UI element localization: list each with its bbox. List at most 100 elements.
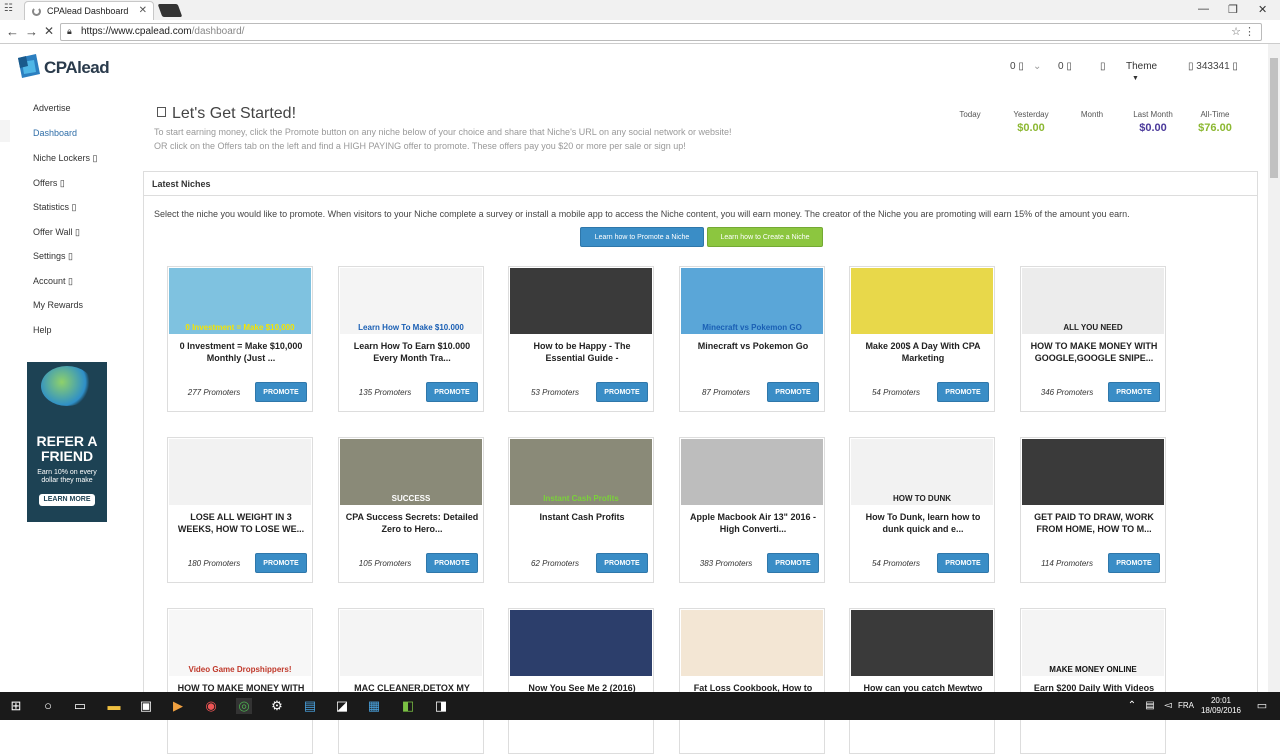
niche-card[interactable]: Video Game Dropshippers! HOW TO MAKE MONE…: [167, 608, 313, 754]
task-view-icon[interactable]: ▭: [72, 698, 88, 714]
back-icon[interactable]: ←: [6, 24, 19, 39]
niche-card[interactable]: Learn How To Make $10.000 Learn How To Ea…: [338, 266, 484, 412]
niche-card[interactable]: Minecraft vs Pokemon GO Minecraft vs Poke…: [679, 266, 825, 412]
settings-gear-icon[interactable]: ⚙: [269, 698, 285, 714]
learn-more-button[interactable]: LEARN MORE: [39, 494, 95, 506]
learn-create-niche-button[interactable]: Learn how to Create a Niche: [707, 227, 823, 247]
niche-card[interactable]: Make 200$ A Day With CPA Marketing 54 Pro…: [849, 266, 995, 412]
windows-start-icon[interactable]: ⊞: [8, 698, 24, 714]
app-blue-icon[interactable]: ▤: [302, 698, 318, 714]
niche-thumbnail[interactable]: [169, 439, 311, 505]
chevron-down-icon[interactable]: ⌄: [1033, 61, 1041, 72]
niche-title[interactable]: Learn How To Earn $10.000 Every Month Tr…: [343, 340, 481, 364]
app-green-icon[interactable]: ◪: [334, 698, 350, 714]
niche-card[interactable]: MAKE MONEY ONLINE Earn $200 Daily With Vi…: [1020, 608, 1166, 754]
cpalead-logo[interactable]: CPAlead: [16, 52, 116, 82]
volume-icon[interactable]: ◅: [1160, 698, 1176, 714]
niche-thumbnail[interactable]: Learn How To Make $10.000: [340, 268, 482, 334]
theme-dropdown[interactable]: Theme ▼: [1122, 59, 1172, 82]
notifications-counter[interactable]: 0 ▯: [1010, 61, 1024, 72]
niche-card[interactable]: How to be Happy - The Essential Guide - 5…: [508, 266, 654, 412]
messages-counter[interactable]: 0 ▯: [1058, 61, 1072, 72]
sidebar-item-offers[interactable]: Offers ▯: [33, 178, 65, 189]
close-tab-icon[interactable]: ✕: [139, 5, 147, 16]
promote-button[interactable]: PROMOTE: [767, 382, 819, 402]
search-icon[interactable]: ○: [40, 698, 56, 714]
niche-title[interactable]: GET PAID TO DRAW, WORK FROM HOME, HOW TO…: [1025, 511, 1163, 535]
file-explorer-icon[interactable]: ▬: [106, 698, 122, 714]
sidebar-item-my-rewards[interactable]: My Rewards: [33, 300, 83, 310]
sidebar-item-niche-lockers[interactable]: Niche Lockers ▯: [33, 153, 97, 164]
niche-card[interactable]: How can you catch Mewtwo: [849, 608, 995, 754]
niche-title[interactable]: Apple Macbook Air 13" 2016 - High Conver…: [684, 511, 822, 535]
promote-button[interactable]: PROMOTE: [1108, 382, 1160, 402]
network-icon[interactable]: ▤: [1142, 698, 1158, 714]
scrollbar-thumb[interactable]: [1270, 58, 1278, 178]
browser-alt-icon[interactable]: ◉: [203, 698, 219, 714]
restore-icon[interactable]: ❐: [1228, 3, 1238, 16]
niche-thumbnail[interactable]: 0 Investment = Make $10,000: [169, 268, 311, 334]
learn-promote-niche-button[interactable]: Learn how to Promote a Niche: [580, 227, 704, 247]
sidebar-item-help[interactable]: Help: [33, 325, 52, 335]
niche-title[interactable]: HOW TO MAKE MONEY WITH GOOGLE,GOOGLE SNI…: [1025, 340, 1163, 364]
niche-thumbnail[interactable]: SUCCESS: [340, 439, 482, 505]
promote-button[interactable]: PROMOTE: [937, 553, 989, 573]
promote-button[interactable]: PROMOTE: [255, 382, 307, 402]
browser-tab[interactable]: CPAlead Dashboard ✕: [24, 1, 154, 20]
clock[interactable]: 20:01 18/09/2016: [1196, 696, 1246, 716]
sidebar-item-settings[interactable]: Settings ▯: [33, 251, 73, 262]
niche-thumbnail[interactable]: [510, 610, 652, 676]
niche-title[interactable]: CPA Success Secrets: Detailed Zero to He…: [343, 511, 481, 535]
promote-button[interactable]: PROMOTE: [426, 382, 478, 402]
niche-thumbnail[interactable]: Video Game Dropshippers!: [169, 610, 311, 676]
user-id[interactable]: ▯ 343341 ▯: [1188, 61, 1238, 72]
promote-button[interactable]: PROMOTE: [1108, 553, 1160, 573]
niche-title[interactable]: Make 200$ A Day With CPA Marketing: [854, 340, 992, 364]
tab-menu-icon[interactable]: ☷: [4, 3, 13, 14]
niche-thumbnail[interactable]: MAKE MONEY ONLINE: [1022, 610, 1164, 676]
niche-thumbnail[interactable]: ALL YOU NEED: [1022, 268, 1164, 334]
url-input[interactable]: 🔒︎ https://www.cpalead.com/dashboard/ ☆ …: [60, 23, 1262, 41]
promote-button[interactable]: PROMOTE: [596, 382, 648, 402]
niche-thumbnail[interactable]: [681, 439, 823, 505]
niche-thumbnail[interactable]: [510, 268, 652, 334]
promote-button[interactable]: PROMOTE: [767, 553, 819, 573]
sidebar-item-dashboard[interactable]: Dashboard: [33, 128, 77, 138]
niche-title[interactable]: 0 Investment = Make $10,000 Monthly (Jus…: [172, 340, 310, 364]
niche-thumbnail[interactable]: HOW TO DUNK: [851, 439, 993, 505]
stop-icon[interactable]: ✕: [44, 24, 54, 38]
niche-title[interactable]: LOSE ALL WEIGHT IN 3 WEEKS, HOW TO LOSE …: [172, 511, 310, 535]
niche-card[interactable]: Now You See Me 2 (2016): [508, 608, 654, 754]
niche-thumbnail[interactable]: Instant Cash Profits: [510, 439, 652, 505]
niche-card[interactable]: LOSE ALL WEIGHT IN 3 WEEKS, HOW TO LOSE …: [167, 437, 313, 583]
niche-thumbnail[interactable]: [340, 610, 482, 676]
tray-chevron-icon[interactable]: ⌃: [1124, 698, 1140, 714]
promote-button[interactable]: PROMOTE: [596, 553, 648, 573]
forward-icon[interactable]: →: [25, 24, 38, 39]
niche-title[interactable]: Minecraft vs Pokemon Go: [684, 340, 822, 352]
niche-title[interactable]: Instant Cash Profits: [513, 511, 651, 523]
chrome-icon[interactable]: ◎: [236, 698, 252, 714]
promote-button[interactable]: PROMOTE: [937, 382, 989, 402]
store-icon[interactable]: ▣: [138, 698, 154, 714]
niche-thumbnail[interactable]: [681, 610, 823, 676]
niche-card[interactable]: ALL YOU NEED HOW TO MAKE MONEY WITH GOOGL…: [1020, 266, 1166, 412]
promote-button[interactable]: PROMOTE: [255, 553, 307, 573]
refer-a-friend-banner[interactable]: REFER A FRIEND Earn 10% on every dollar …: [27, 362, 107, 522]
sidebar-item-advertise[interactable]: Advertise: [33, 103, 71, 113]
settings-icon[interactable]: ▯: [1100, 61, 1106, 72]
niche-card[interactable]: MAC CLEANER,DETOX MY: [338, 608, 484, 754]
app-camtasia-icon[interactable]: ◧: [400, 698, 416, 714]
sidebar-item-statistics[interactable]: Statistics ▯: [33, 202, 76, 213]
niche-thumbnail[interactable]: [1022, 439, 1164, 505]
page-scrollbar[interactable]: [1268, 44, 1280, 692]
niche-card[interactable]: GET PAID TO DRAW, WORK FROM HOME, HOW TO…: [1020, 437, 1166, 583]
language-indicator[interactable]: FRA: [1178, 701, 1194, 710]
app-c-icon[interactable]: ◨: [433, 698, 449, 714]
niche-title[interactable]: How to be Happy - The Essential Guide -: [513, 340, 651, 364]
niche-card[interactable]: SUCCESS CPA Success Secrets: Detailed Zer…: [338, 437, 484, 583]
app-window-icon[interactable]: ▦: [366, 698, 382, 714]
close-window-icon[interactable]: ✕: [1258, 3, 1267, 16]
minimize-icon[interactable]: —: [1198, 3, 1209, 15]
niche-card[interactable]: Fat Loss Cookbook, How to: [679, 608, 825, 754]
